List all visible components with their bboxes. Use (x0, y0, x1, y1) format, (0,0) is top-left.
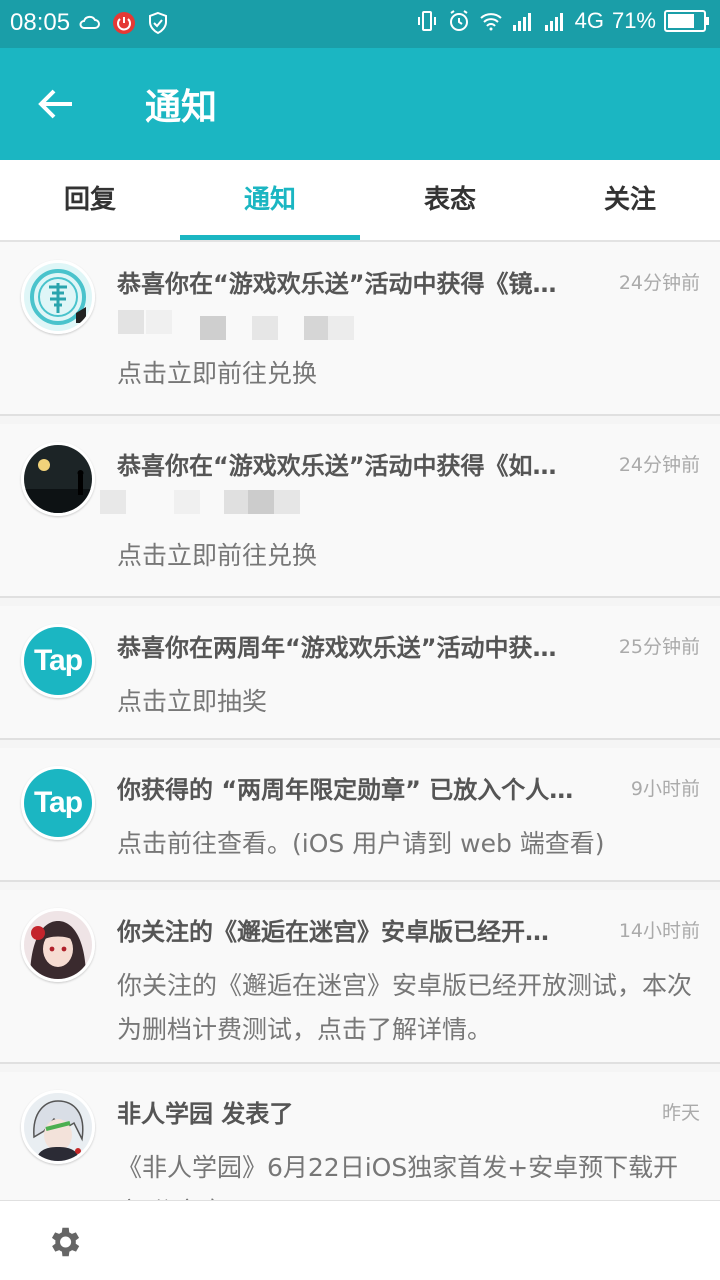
blurred-redaction (118, 306, 354, 356)
status-left-icons (78, 11, 170, 35)
gear-icon[interactable] (45, 1223, 83, 1261)
list-item[interactable]: 恭喜你在“游戏欢乐送”活动中获得《如… 24分钟前 点击立即前往兑换 (0, 424, 720, 598)
list-item[interactable]: Tap 恭喜你在两周年“游戏欢乐送”活动中获… 25分钟前 点击立即抽奖 (0, 606, 720, 740)
night-scene-icon (24, 445, 92, 513)
back-arrow-icon[interactable] (34, 82, 78, 126)
notification-title: 恭喜你在“游戏欢乐送”活动中获得《如… (117, 452, 557, 480)
wifi-icon (479, 13, 502, 31)
notification-title: 恭喜你在“游戏欢乐送”活动中获得《镜… (117, 270, 557, 298)
notification-time: 昨天 (661, 1102, 700, 1124)
app-bar: 通知 (0, 48, 720, 160)
notification-body: 点击立即前往兑换 (117, 359, 318, 388)
tap-logo-icon: Tap (24, 769, 92, 837)
bottom-bar (0, 1200, 720, 1280)
notification-time: 25分钟前 (618, 636, 700, 658)
notification-body: 点击前往查看。(iOS 用户请到 web 端查看) (117, 829, 605, 858)
avatar[interactable]: Tap (21, 624, 95, 698)
page-title: 通知 (145, 87, 218, 128)
avatar[interactable] (21, 1090, 95, 1164)
mirror-game-icon (24, 263, 92, 331)
anime-girl-icon (24, 911, 92, 979)
weather-icon (79, 15, 100, 29)
shield-icon (149, 11, 167, 35)
battery-icon (664, 10, 709, 32)
notification-title: 恭喜你在两周年“游戏欢乐送”活动中获… (117, 634, 557, 662)
list-item[interactable]: 恭喜你在“游戏欢乐送”活动中获得《镜… 24分钟前 点击立即前往兑换 (0, 242, 720, 416)
network-type: 4G (574, 8, 604, 33)
tab-notification[interactable]: 通知 (180, 160, 360, 240)
notification-list: 恭喜你在“游戏欢乐送”活动中获得《镜… 24分钟前 点击立即前往兑换 恭喜你在“… (0, 242, 720, 1254)
status-bar: 08:05 4G 71% (0, 0, 720, 48)
notification-time: 14小时前 (618, 920, 700, 942)
tab-follow[interactable]: 关注 (540, 160, 720, 240)
avatar[interactable] (21, 260, 95, 334)
list-item[interactable]: 你关注的《邂逅在迷宫》安卓版已经开… 14小时前 你关注的《邂逅在迷宫》安卓版已… (0, 890, 720, 1064)
notification-title: 你关注的《邂逅在迷宫》安卓版已经开… (117, 918, 549, 946)
blurred-redaction (100, 484, 330, 534)
status-time: 08:05 (10, 9, 71, 36)
notification-title: 非人学园 发表了 (117, 1100, 294, 1128)
tab-reply[interactable]: 回复 (0, 160, 180, 240)
notification-body: 点击立即前往兑换 (117, 541, 318, 570)
avatar[interactable] (21, 908, 95, 982)
notification-time: 24分钟前 (618, 454, 700, 476)
avatar[interactable]: Tap (21, 766, 95, 840)
notification-body: 你关注的《邂逅在迷宫》安卓版已经开放测试，本次为删档计费测试，点击了解详情。 (117, 971, 693, 1044)
notification-time: 24分钟前 (618, 272, 700, 294)
tap-logo-icon: Tap (24, 627, 92, 695)
notification-title: 你获得的 “两周年限定勋章” 已放入个人… (117, 776, 574, 804)
list-item[interactable]: Tap 你获得的 “两周年限定勋章” 已放入个人… 9小时前 点击前往查看。(i… (0, 748, 720, 882)
tab-reaction[interactable]: 表态 (360, 160, 540, 240)
alarm-icon (449, 10, 468, 31)
avatar[interactable] (21, 442, 95, 516)
status-right: 4G 71% (415, 8, 710, 34)
vibrate-icon (417, 11, 436, 31)
battery-percent: 71% (611, 8, 656, 33)
notification-body: 点击立即抽奖 (117, 687, 268, 716)
power-app-icon (113, 12, 135, 34)
signal-icon (512, 13, 531, 31)
anime-boy-icon (24, 1093, 92, 1161)
notification-time: 9小时前 (630, 778, 700, 800)
signal-icon-2 (544, 13, 563, 31)
tab-bar: 回复 通知 表态 关注 (0, 160, 720, 242)
